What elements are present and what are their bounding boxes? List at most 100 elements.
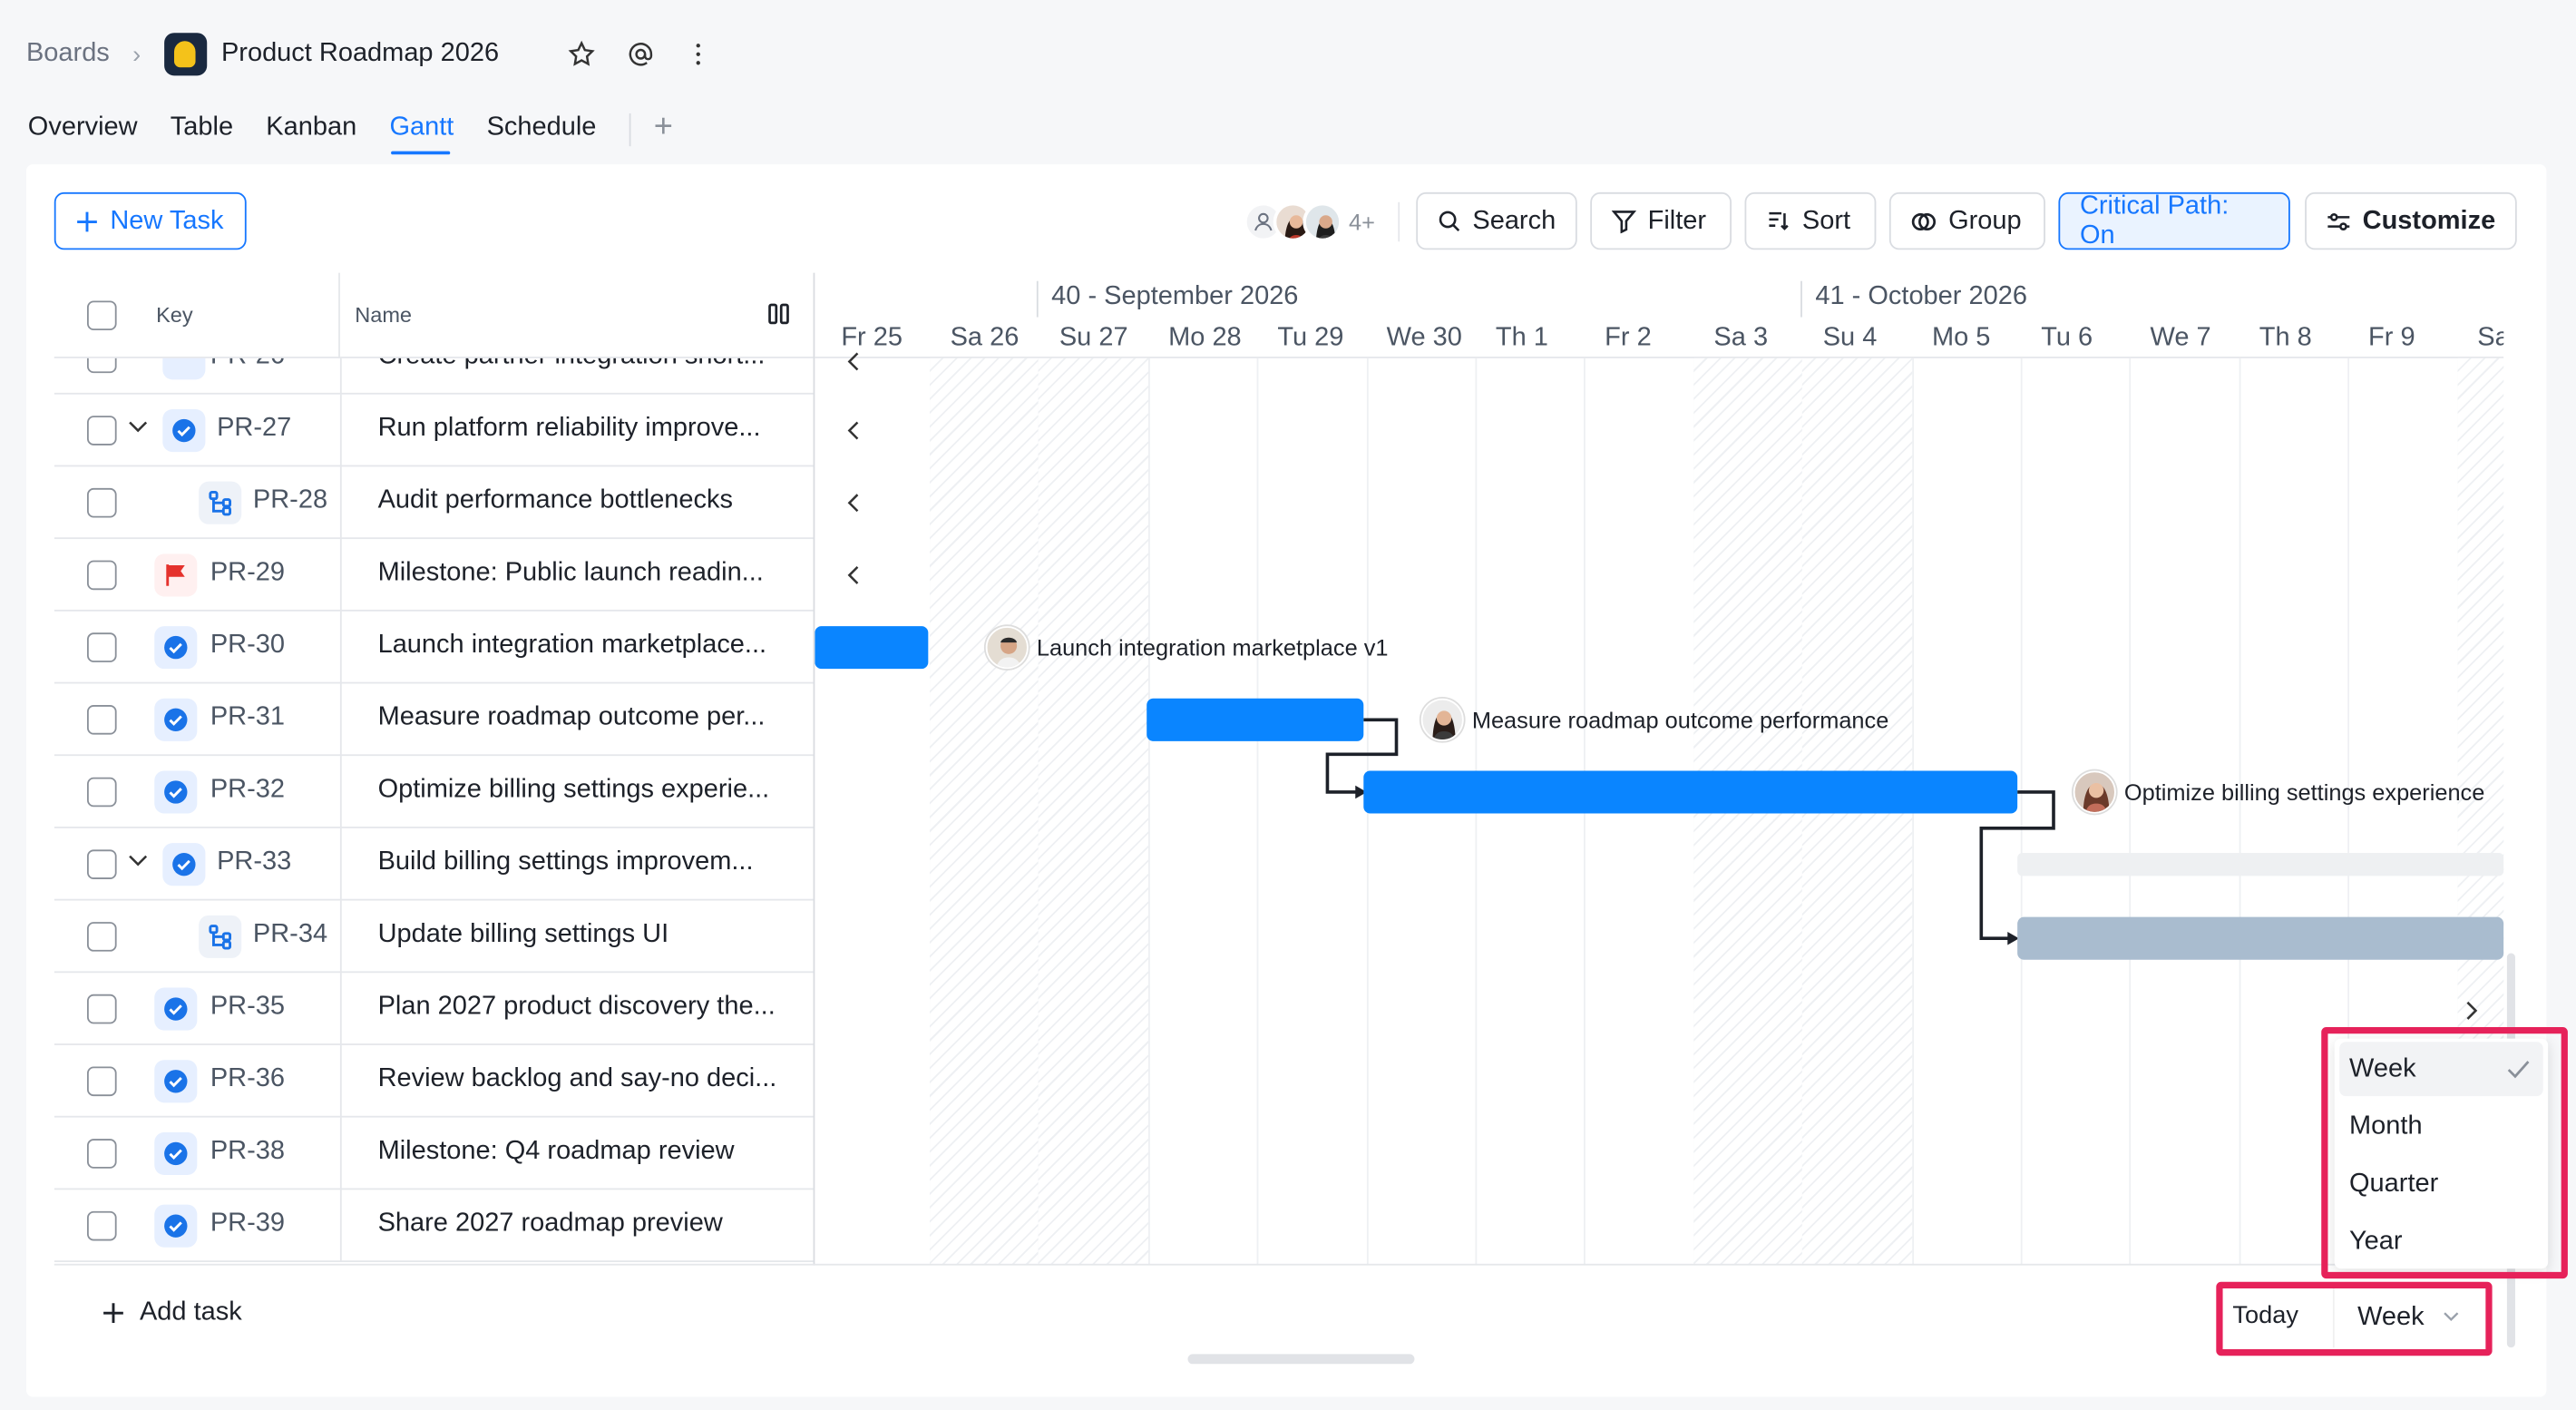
table-row[interactable]: PR-30 Launch integration marketplace... <box>54 611 814 684</box>
task-key[interactable]: PR-35 <box>210 993 285 1023</box>
tab-gantt[interactable]: Gantt <box>389 109 454 155</box>
table-bottom-border <box>54 1263 2504 1266</box>
member-avatars[interactable]: 4+ <box>1244 199 1375 245</box>
group-button[interactable]: Group <box>1888 191 2045 250</box>
column-divider <box>339 1117 342 1190</box>
task-bar-pr30[interactable] <box>815 626 929 670</box>
sort-icon <box>1769 211 1789 230</box>
dependency-lines <box>1325 718 2055 945</box>
column-header-name[interactable]: Name <box>355 302 412 327</box>
add-task-label: Add task <box>139 1297 242 1327</box>
view-controls-highlight-outline <box>2216 1281 2493 1356</box>
task-name[interactable]: Measure roadmap outcome per... <box>378 703 766 733</box>
table-row[interactable]: PR-31 Measure roadmap outcome per... <box>54 683 814 757</box>
horizontal-scrollbar[interactable] <box>1187 1354 1415 1365</box>
row-checkbox[interactable] <box>86 416 117 446</box>
task-key[interactable]: PR-29 <box>210 559 285 589</box>
row-checkbox[interactable] <box>86 994 117 1024</box>
table-row[interactable]: PR-33 Build billing settings improvem... <box>54 827 814 901</box>
row-checkbox[interactable] <box>86 487 117 518</box>
task-name[interactable]: Run platform reliability improve... <box>378 414 761 444</box>
more-vertical-icon[interactable] <box>683 39 713 69</box>
task-key[interactable]: PR-30 <box>210 632 285 661</box>
column-divider <box>339 394 342 467</box>
task-key[interactable]: PR-27 <box>217 414 291 444</box>
row-checkbox[interactable] <box>86 777 117 808</box>
chevron-right-icon[interactable] <box>2461 1001 2481 1021</box>
table-row[interactable]: PR-34 Update billing settings UI <box>54 900 814 974</box>
task-name[interactable]: Share 2027 roadmap preview <box>378 1209 723 1239</box>
tab-table[interactable]: Table <box>171 109 233 155</box>
task-key[interactable]: PR-31 <box>210 703 285 733</box>
chevron-down-icon[interactable] <box>128 421 148 434</box>
task-bar-pr32[interactable] <box>1363 770 2018 814</box>
task-name[interactable]: Build billing settings improvem... <box>378 848 754 878</box>
at-mention-icon[interactable] <box>626 39 656 69</box>
tab-kanban[interactable]: Kanban <box>266 109 356 155</box>
flag-icon <box>154 553 198 597</box>
tab-overview[interactable]: Overview <box>28 109 138 155</box>
task-name[interactable]: Optimize billing settings experie... <box>378 776 770 806</box>
columns-icon[interactable] <box>767 302 790 325</box>
tab-schedule[interactable]: Schedule <box>487 109 597 155</box>
column-divider <box>339 1044 342 1118</box>
row-checkbox[interactable] <box>86 1066 117 1097</box>
table-row[interactable]: PR-27 Run platform reliability improve... <box>54 394 814 467</box>
task-name[interactable]: Plan 2027 product discovery the... <box>378 993 776 1023</box>
select-all-checkbox[interactable] <box>86 300 117 331</box>
row-checkbox[interactable] <box>86 1139 117 1169</box>
table-row[interactable]: PR-38 Milestone: Q4 roadmap review <box>54 1117 814 1190</box>
table-row[interactable]: PR-26 Create partner integration short..… <box>54 357 814 395</box>
column-header-key[interactable]: Key <box>156 302 193 327</box>
task-key[interactable]: PR-39 <box>210 1209 285 1239</box>
row-checkbox[interactable] <box>86 560 117 591</box>
check-circle-icon <box>154 626 198 670</box>
task-name[interactable]: Update billing settings UI <box>378 920 669 950</box>
table-row[interactable]: PR-28 Audit performance bottlenecks <box>54 466 814 540</box>
row-checkbox[interactable] <box>86 1210 117 1241</box>
check-circle-icon <box>154 770 198 814</box>
critical-path-toggle[interactable]: Critical Path: On <box>2058 191 2290 250</box>
breadcrumb-boards-link[interactable]: Boards <box>26 39 110 69</box>
table-row[interactable]: PR-32 Optimize billing settings experie..… <box>54 756 814 828</box>
star-icon[interactable] <box>567 39 597 69</box>
task-key[interactable]: PR-33 <box>217 848 291 878</box>
new-task-button[interactable]: New Task <box>54 191 247 250</box>
filter-button[interactable]: Filter <box>1590 191 1732 250</box>
task-name[interactable]: Review backlog and say-no deci... <box>378 1065 777 1095</box>
row-checkbox[interactable] <box>86 632 117 662</box>
task-name[interactable]: Create partner integration short... <box>378 358 766 371</box>
chevron-right-icon: › <box>132 40 141 69</box>
table-row[interactable]: PR-35 Plan 2027 product discovery the... <box>54 973 814 1045</box>
task-bar-pr31[interactable] <box>1147 698 1364 741</box>
row-checkbox[interactable] <box>86 922 117 952</box>
add-tab-icon[interactable]: + <box>654 109 673 155</box>
search-button[interactable]: Search <box>1416 191 1577 250</box>
table-row[interactable]: PR-29 Milestone: Public launch readin... <box>54 539 814 612</box>
task-bar-pr34[interactable] <box>2017 916 2504 960</box>
task-key[interactable]: PR-32 <box>210 776 285 806</box>
plus-icon <box>77 211 97 231</box>
task-bar-title: Optimize billing settings experience <box>2123 778 2485 806</box>
task-key[interactable]: PR-28 <box>253 486 327 516</box>
row-checkbox[interactable] <box>86 849 117 879</box>
table-row[interactable]: PR-36 Review backlog and say-no deci... <box>54 1044 814 1118</box>
task-name[interactable]: Milestone: Public launch readin... <box>378 559 764 589</box>
row-checkbox[interactable] <box>86 357 117 374</box>
task-key[interactable]: PR-38 <box>210 1137 285 1167</box>
lightbulb-icon <box>163 33 207 76</box>
task-key[interactable]: PR-36 <box>210 1065 285 1095</box>
task-name[interactable]: Launch integration marketplace... <box>378 632 767 661</box>
task-key[interactable]: PR-34 <box>253 920 327 950</box>
add-task-button[interactable]: Add task <box>102 1297 242 1328</box>
table-row[interactable]: PR-39 Share 2027 roadmap preview <box>54 1190 814 1263</box>
task-name[interactable]: Audit performance bottlenecks <box>378 486 733 516</box>
task-name[interactable]: Milestone: Q4 roadmap review <box>378 1137 735 1167</box>
row-checkbox[interactable] <box>86 705 117 735</box>
task-key[interactable]: PR-26 <box>210 358 285 371</box>
board-title: Product Roadmap 2026 <box>220 39 500 68</box>
task-bar-pr33-summary[interactable] <box>2017 853 2504 876</box>
customize-button[interactable]: Customize <box>2305 191 2517 250</box>
chevron-down-icon[interactable] <box>128 855 148 867</box>
sort-button[interactable]: Sort <box>1744 191 1877 250</box>
